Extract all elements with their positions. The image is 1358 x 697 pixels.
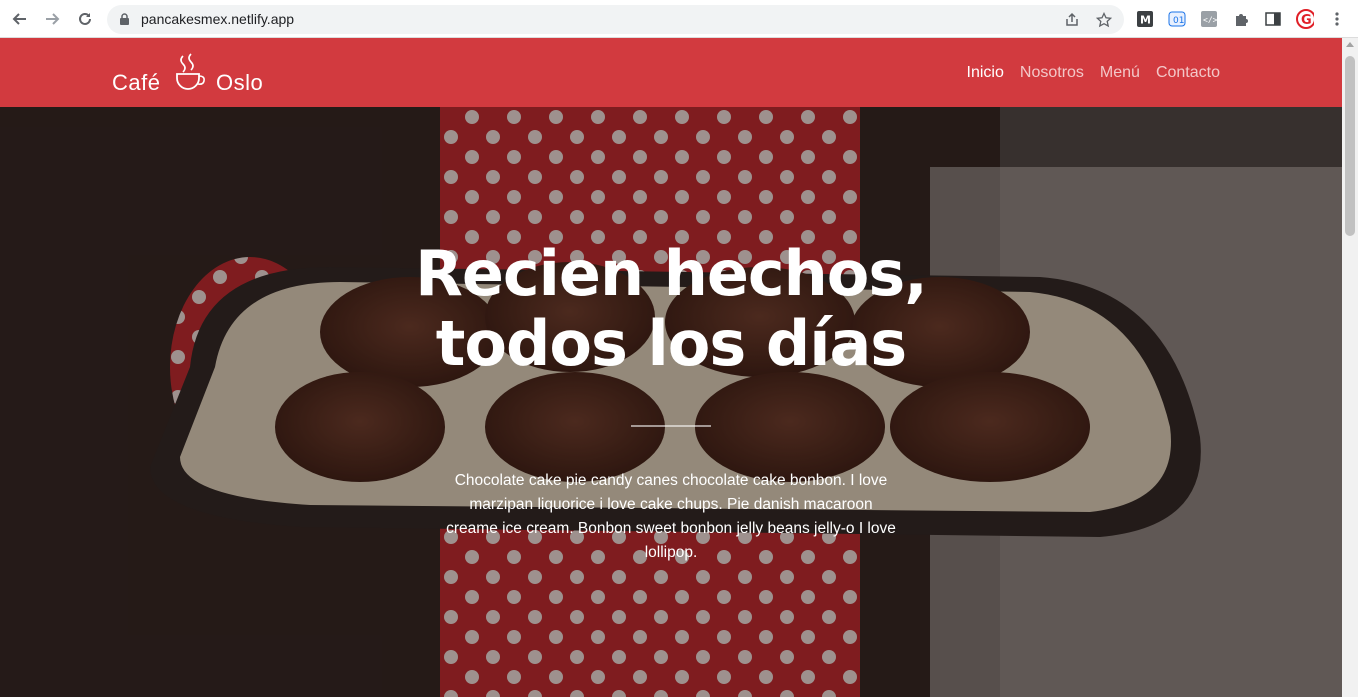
nav-link-contacto[interactable]: Contacto	[1156, 64, 1220, 82]
reload-button[interactable]	[75, 9, 95, 29]
bookmark-star-icon[interactable]	[1095, 11, 1113, 29]
scroll-thumb[interactable]	[1345, 56, 1355, 236]
hero-divider	[631, 425, 711, 427]
share-icon[interactable]	[1063, 11, 1081, 29]
logo-text-left: Café	[112, 70, 161, 95]
url-text: pancakesmex.netlify.app	[141, 11, 295, 27]
site-logo[interactable]: Café Oslo	[112, 52, 277, 98]
hero-title-line-2: todos los días	[435, 307, 907, 380]
forward-button[interactable]	[42, 9, 62, 29]
svg-text:01: 01	[1173, 16, 1184, 26]
code-extension-icon[interactable]: </>	[1200, 10, 1218, 28]
logo-text-right: Oslo	[216, 70, 264, 95]
back-button[interactable]	[10, 9, 30, 29]
forward-arrow-icon	[46, 13, 60, 25]
lock-icon	[119, 13, 130, 31]
coffee-cup-icon	[176, 53, 205, 90]
page-scrollbar[interactable]	[1342, 38, 1358, 697]
hero-section: Recien hechos, todos los días Chocolate …	[0, 107, 1342, 697]
page-viewport: Recien hechos, todos los días Chocolate …	[0, 38, 1342, 697]
side-panel-icon[interactable]	[1264, 10, 1282, 28]
nav-link-menu[interactable]: Menú	[1100, 64, 1140, 82]
scroll-up-arrow-icon[interactable]	[1346, 42, 1354, 47]
profile-avatar[interactable]: G	[1296, 9, 1314, 29]
m-extension-icon[interactable]: M	[1136, 10, 1154, 28]
svg-text:M: M	[1140, 14, 1151, 27]
hero-dark-overlay	[0, 107, 1342, 697]
main-menu: Inicio Nosotros Menú Contacto	[967, 64, 1220, 82]
hero-description: Chocolate cake pie candy canes chocolate…	[446, 472, 896, 561]
back-arrow-icon	[12, 13, 26, 25]
hero-title-line-1: Recien hechos,	[415, 237, 928, 310]
nav-link-nosotros[interactable]: Nosotros	[1020, 64, 1084, 82]
svg-text:G: G	[1301, 13, 1312, 28]
more-menu-icon[interactable]	[1328, 10, 1346, 28]
reload-icon	[79, 12, 91, 25]
browser-toolbar: pancakesmex.netlify.app M 01 </> G	[0, 0, 1358, 38]
address-bar[interactable]: pancakesmex.netlify.app	[107, 5, 1124, 34]
svg-text:</>: </>	[1203, 16, 1217, 25]
puzzle-extensions-icon[interactable]	[1232, 10, 1250, 28]
blue-extension-icon[interactable]: 01	[1168, 10, 1186, 28]
nav-link-inicio[interactable]: Inicio	[967, 64, 1004, 82]
site-navbar: Café Oslo Inicio Nosotros Menú Contacto	[0, 38, 1342, 107]
